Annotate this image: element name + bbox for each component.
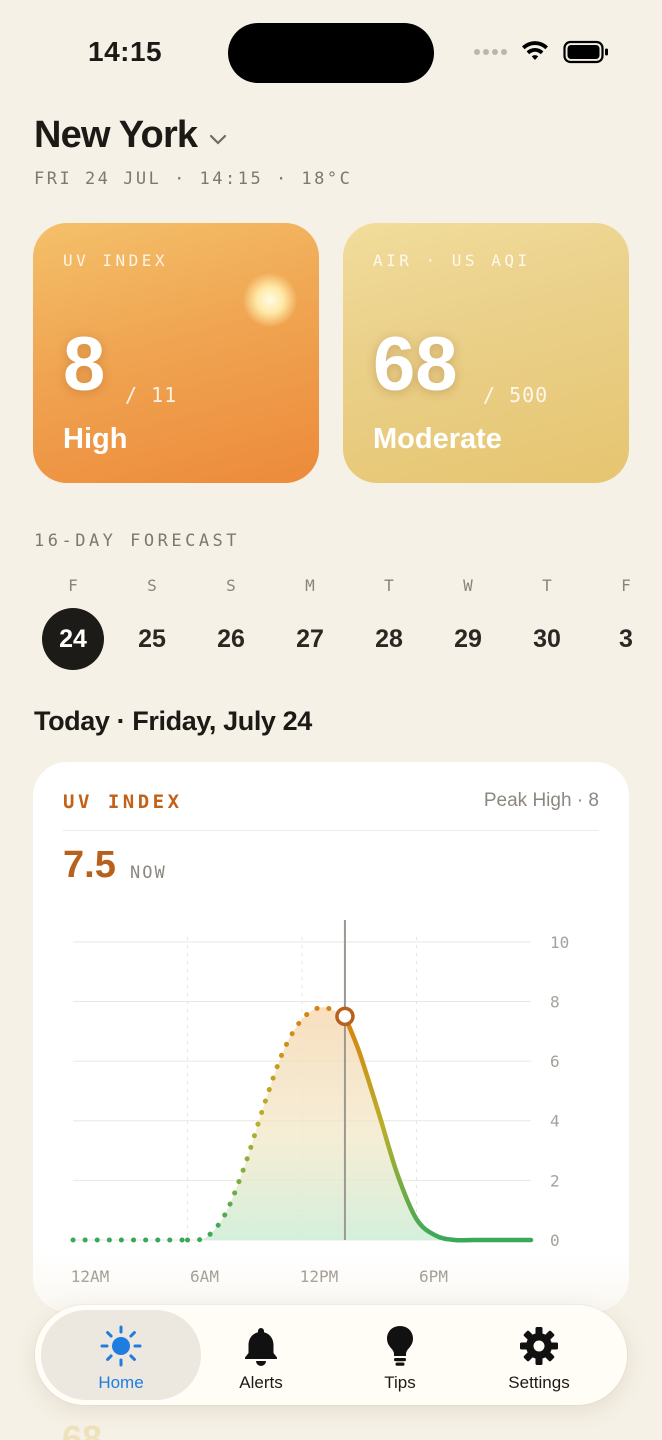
forecast-day-letter: S [226, 576, 236, 595]
y-tick-label: 8 [550, 992, 560, 1011]
forecast-day-letter: T [384, 576, 394, 595]
forecast-date-28[interactable]: 28 [358, 608, 420, 670]
forecast-date-25[interactable]: 25 [121, 608, 183, 670]
uv-area [73, 1007, 531, 1241]
x-tick-label: 6PM [419, 1267, 448, 1286]
wifi-icon [522, 41, 548, 60]
forecast-title: 16-DAY FORECAST [34, 531, 241, 551]
tab-alerts-label: Alerts [239, 1373, 283, 1392]
city-name: New York [34, 114, 198, 156]
forecast-day-letter: T [542, 576, 552, 595]
sun-icon [100, 1325, 142, 1367]
date-time-temp: FRI 24 JUL · 14:15 · 18°C [34, 169, 353, 189]
forecast-date-30[interactable]: 30 [516, 608, 578, 670]
aqi-tile-level: Moderate [373, 423, 502, 455]
forecast-day-letter: S [147, 576, 157, 595]
uv-now-label: NOW [130, 863, 167, 883]
uv-tile-value: 8 [63, 322, 106, 407]
uv-tile-max: / 11 [125, 383, 178, 407]
x-tick-label: 12PM [300, 1267, 339, 1286]
x-tick-label: 6AM [190, 1267, 219, 1286]
forecast-day-letter: W [463, 576, 473, 595]
aqi-tile-max: / 500 [483, 383, 549, 407]
forecast-date-29[interactable]: 29 [437, 608, 499, 670]
uv-index-tile[interactable]: UV INDEX 8 / 11 High [33, 223, 319, 483]
x-tick-label: 12AM [71, 1267, 110, 1286]
uv-now-value: 7.5 [63, 844, 116, 886]
tab-bar: Home Alerts Tips Settings [35, 1305, 627, 1405]
tab-home-label: Home [98, 1373, 144, 1392]
dynamic-island [228, 23, 434, 83]
aqi-tile-label: AIR · US AQI [373, 251, 531, 270]
tab-settings[interactable]: Settings [459, 1310, 619, 1400]
forecast-date-24[interactable]: 24 [42, 608, 104, 670]
forecast-day-letter: F [621, 576, 631, 595]
status-icons [474, 40, 609, 64]
status-time: 14:15 [88, 36, 163, 67]
sun-glow-icon [243, 273, 297, 327]
lightbulb-icon [387, 1326, 413, 1366]
gear-icon [520, 1327, 558, 1365]
uv-tile-level: High [63, 423, 128, 455]
battery-icon [563, 40, 608, 64]
uv-chart: 0 2 4 6 8 10 12AM 6AM 12PM 6PM [70, 920, 569, 1286]
forecast-day-letter: F [68, 576, 78, 595]
cellular-signal-icon [474, 49, 507, 55]
tab-tips-label: Tips [384, 1373, 416, 1392]
forecast-date-26[interactable]: 26 [200, 608, 262, 670]
today-title: Today · Friday, July 24 [34, 706, 312, 736]
air-quality-tile[interactable]: AIR · US AQI 68 / 500 Moderate [343, 223, 629, 483]
forecast-date-3[interactable]: 3 [595, 608, 657, 670]
y-tick-label: 4 [550, 1112, 560, 1131]
uv-tile-label: UV INDEX [63, 251, 169, 270]
peek-content: 68 [62, 1418, 103, 1440]
location-selector[interactable]: New York [34, 114, 227, 157]
uv-card-label: UV INDEX [63, 791, 183, 813]
now-marker [335, 1006, 355, 1027]
bell-icon [245, 1328, 277, 1366]
chevron-down-icon [210, 134, 227, 145]
y-tick-label: 10 [550, 933, 569, 952]
forecast-date-27[interactable]: 27 [279, 608, 341, 670]
card-divider [63, 830, 599, 831]
tab-alerts[interactable]: Alerts [181, 1310, 341, 1400]
uv-card-peak: Peak High · 8 [483, 790, 599, 811]
y-tick-label: 6 [550, 1052, 560, 1071]
forecast-day-letter: M [305, 576, 315, 595]
tab-tips[interactable]: Tips [320, 1310, 480, 1400]
aqi-tile-value: 68 [373, 322, 458, 407]
tab-settings-label: Settings [508, 1373, 570, 1392]
y-tick-label: 2 [550, 1171, 560, 1190]
uv-index-card[interactable]: 0 2 4 6 8 10 12AM 6AM 12PM 6PM UV INDEX Peak High… [33, 762, 629, 1312]
y-tick-label: 0 [550, 1231, 560, 1250]
tab-home[interactable]: Home [41, 1310, 201, 1400]
